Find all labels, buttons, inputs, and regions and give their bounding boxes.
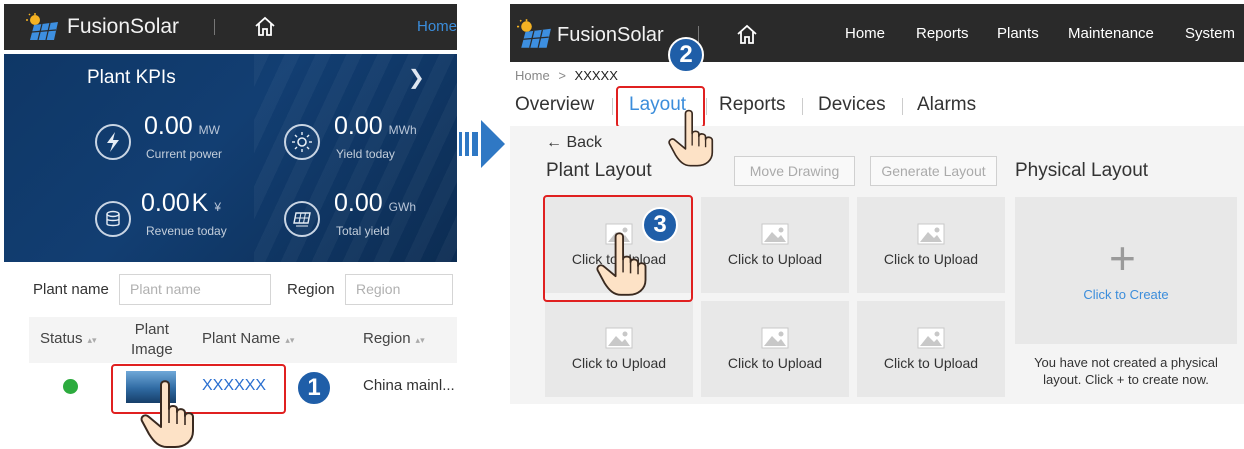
tab-divider (902, 98, 903, 115)
top-bar: FusionSolar Home Reports Plants Maintena… (510, 4, 1244, 62)
breadcrumb-current: XXXXX (574, 68, 618, 83)
plant-name-input[interactable]: Plant name (119, 274, 271, 305)
breadcrumb-home[interactable]: Home (515, 68, 550, 83)
coins-icon (95, 201, 131, 237)
region-input[interactable]: Region (345, 274, 453, 305)
upload-cell[interactable]: Click to Upload (857, 301, 1005, 397)
tab-divider (612, 98, 613, 115)
sun-icon (284, 124, 320, 160)
image-icon (917, 223, 945, 245)
hand-pointer-icon (140, 380, 194, 448)
status-online-dot (63, 379, 78, 394)
current-power-value: 0.00 MW (144, 112, 220, 140)
tab-divider (802, 98, 803, 115)
kpi-title: Plant KPIs (87, 67, 176, 88)
sort-icon: ▴▾ (285, 335, 295, 345)
tab-overview[interactable]: Overview (515, 94, 594, 116)
region-column-header[interactable]: Region ▴▾ (363, 330, 425, 347)
plant-name-column-header[interactable]: Plant Name ▴▾ (202, 330, 294, 347)
revenue-today-label: Revenue today (146, 224, 227, 238)
generate-layout-button[interactable]: Generate Layout (870, 156, 997, 186)
nav-reports[interactable]: Reports (916, 25, 969, 42)
hand-pointer-icon (596, 232, 647, 296)
physical-layout-note: You have not created a physical layout. … (1034, 355, 1218, 387)
click-to-create-link[interactable]: Click to Create (1015, 287, 1237, 302)
tab-reports[interactable]: Reports (719, 94, 786, 116)
nav-system[interactable]: System (1185, 25, 1235, 42)
image-icon (761, 223, 789, 245)
region-filter-label: Region (287, 281, 335, 298)
yield-today-value: 0.00 MWh (334, 112, 417, 140)
create-physical-layout-card[interactable]: + Click to Create (1015, 197, 1237, 344)
solar-panel-icon (284, 201, 320, 237)
back-button[interactable]: ← Back (546, 134, 602, 152)
nav-maintenance[interactable]: Maintenance (1068, 25, 1154, 42)
yield-today-label: Yield today (336, 147, 395, 161)
home-icon[interactable] (254, 15, 276, 37)
tab-devices[interactable]: Devices (818, 94, 886, 116)
lightning-icon (95, 124, 131, 160)
move-drawing-button[interactable]: Move Drawing (734, 156, 855, 186)
plant-layout-title: Plant Layout (546, 160, 652, 181)
breadcrumb: Home > XXXXX (515, 68, 618, 83)
tab-alarms[interactable]: Alarms (917, 94, 976, 116)
sort-icon: ▴▾ (415, 335, 425, 345)
upload-cell[interactable]: Click to Upload (545, 301, 693, 397)
plant-list-screen: FusionSolar Home Plant KPIs ❯ 0.00 MW Cur… (4, 4, 457, 449)
total-yield-label: Total yield (336, 224, 390, 238)
divider (698, 26, 699, 42)
step-badge-1: 1 (296, 370, 332, 406)
brand-name: FusionSolar (67, 15, 180, 38)
step-badge-2: 2 (668, 37, 704, 73)
image-icon (761, 327, 789, 349)
divider (214, 19, 215, 35)
nav-home[interactable]: Home (845, 25, 885, 42)
hand-pointer-icon (668, 109, 714, 167)
upload-cell[interactable]: Click to Upload (701, 197, 849, 293)
brand-name: FusionSolar (557, 24, 664, 46)
sort-icon: ▴▾ (87, 335, 97, 345)
home-icon[interactable] (736, 23, 758, 45)
plant-kpis-panel: Plant KPIs ❯ 0.00 MW Current power 0.00 MW… (4, 54, 457, 262)
plant-name-filter-label: Plant name (33, 281, 109, 298)
region-cell: China mainl... (363, 377, 455, 394)
plant-layout-screen: FusionSolar Home Reports Plants Maintena… (510, 4, 1244, 404)
physical-layout-title: Physical Layout (1015, 160, 1149, 181)
revenue-today-value: 0.00K ¥ (141, 189, 222, 217)
upload-cell[interactable]: Click to Upload (857, 197, 1005, 293)
home-link[interactable]: Home (417, 18, 457, 35)
image-icon (605, 327, 633, 349)
arrow-right-icon (459, 120, 505, 168)
fusionsolar-logo-icon (517, 19, 551, 48)
current-power-label: Current power (146, 147, 223, 161)
total-yield-value: 0.00 GWh (334, 189, 417, 217)
plant-image-column-header: Plant Image (131, 321, 173, 358)
chevron-right-icon[interactable]: ❯ (408, 65, 425, 90)
upload-cell[interactable]: Click to Upload (701, 301, 849, 397)
plus-icon[interactable]: + (1109, 235, 1136, 281)
arrow-left-icon: ← (546, 134, 562, 151)
fusionsolar-logo-icon (26, 13, 58, 41)
nav-plants[interactable]: Plants (997, 25, 1039, 42)
status-column-header[interactable]: Status ▴▾ (40, 330, 97, 347)
top-bar: FusionSolar Home (4, 4, 457, 50)
image-icon (917, 327, 945, 349)
